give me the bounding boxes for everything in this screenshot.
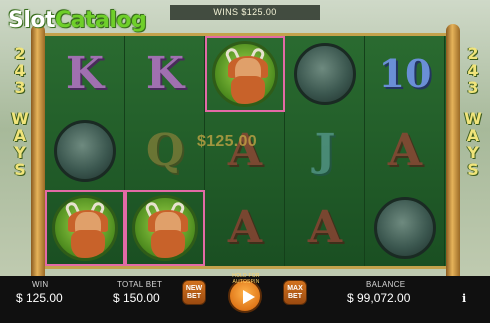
- reel-grid: K K Q A A J A 10 A: [45, 33, 446, 269]
- symbol-a: A: [307, 202, 343, 253]
- ways-digit: 2: [14, 44, 26, 63]
- logo-catalog: Catalog: [55, 8, 147, 33]
- ways-label-right: 2 4 3 W A Y S: [463, 45, 483, 178]
- win-value: $ 125.00: [16, 291, 63, 305]
- symbol-a: A: [227, 202, 263, 253]
- ways-letter: Y: [467, 143, 479, 162]
- reel-cell: Q: [125, 113, 205, 189]
- balance-label: BALANCE: [366, 280, 406, 289]
- total-bet-label: TOTAL BET: [117, 280, 163, 289]
- new-bet-button[interactable]: NEW BET: [182, 280, 206, 305]
- ways-digit: 3: [14, 78, 26, 97]
- reel-1: K: [45, 36, 125, 266]
- reel-5: 10 A: [365, 36, 445, 266]
- ways-letter: A: [466, 126, 480, 145]
- max-bet-button[interactable]: MAX BET: [283, 280, 307, 305]
- win-value-box: $ 125.00: [16, 290, 63, 305]
- reel-cell: K: [45, 36, 125, 112]
- reel-cell: J: [285, 113, 365, 189]
- ways-letter: S: [467, 160, 479, 179]
- reel-cell: [285, 36, 365, 112]
- scroll-rod-left: [31, 24, 45, 286]
- reel-cell: A: [205, 190, 285, 266]
- ways-digit: 4: [14, 61, 26, 80]
- total-bet-display: TOTAL BET: [117, 280, 162, 289]
- win-amount-overlay: $125.00: [197, 133, 257, 150]
- reel-4: JA: [285, 36, 365, 266]
- reel-cell: [205, 36, 285, 112]
- wins-banner: WINS $125.00: [170, 5, 320, 20]
- horned-warrior-icon: [212, 41, 278, 107]
- reel-cell: A: [365, 113, 445, 189]
- balance-value-box: $ 99,072.00: [347, 290, 410, 305]
- win-display: WIN: [32, 280, 48, 289]
- symbol-k: K: [145, 48, 185, 99]
- hold-for-autospin-label: HOLD FOR AUTOSPIN: [232, 273, 260, 285]
- forest-orb-icon: [374, 197, 436, 259]
- logo-slot: Slot: [8, 8, 56, 33]
- play-icon: [243, 290, 255, 304]
- reel-2: KQ: [125, 36, 205, 266]
- balance-value: $ 99,072.00: [347, 291, 411, 305]
- balance-display: BALANCE: [366, 280, 405, 289]
- ways-letter: W: [464, 109, 482, 128]
- total-bet-value: $ 150.00: [113, 291, 160, 305]
- scroll-rod-right: [446, 24, 460, 286]
- ways-digit: 3: [467, 78, 479, 97]
- ways-letter: Y: [14, 143, 26, 162]
- symbol-k: K: [65, 48, 105, 99]
- reel-cell: [45, 190, 125, 266]
- ways-letter: S: [14, 160, 26, 179]
- symbol-10: 10: [378, 51, 432, 96]
- ways-letter: A: [13, 126, 27, 145]
- reel-cell: A: [205, 113, 285, 189]
- forest-orb-icon: [294, 43, 356, 105]
- reel-3: AA: [205, 36, 285, 266]
- reel-cell: [365, 190, 445, 266]
- horned-warrior-icon: [52, 195, 118, 261]
- symbol-a: A: [387, 125, 423, 176]
- reel-cell: [45, 113, 125, 189]
- ways-digit: 4: [467, 61, 479, 80]
- ways-label-left: 2 4 3 W A Y S: [10, 45, 30, 178]
- ways-letter: W: [11, 109, 29, 128]
- slotcatalog-logo: SlotCatalog: [8, 8, 147, 33]
- forest-orb-icon: [54, 120, 116, 182]
- total-bet-value-box: $ 150.00: [113, 290, 160, 305]
- ways-digit: 2: [467, 44, 479, 63]
- win-label: WIN: [32, 280, 49, 289]
- horned-warrior-icon: [132, 195, 198, 261]
- info-button[interactable]: i: [462, 292, 466, 305]
- reel-cell: K: [125, 36, 205, 112]
- reel-cell: [125, 190, 205, 266]
- symbol-q: Q: [145, 125, 185, 176]
- reel-cell: 10: [365, 36, 445, 112]
- symbol-j: J: [314, 125, 336, 176]
- reel-cell: A: [285, 190, 365, 266]
